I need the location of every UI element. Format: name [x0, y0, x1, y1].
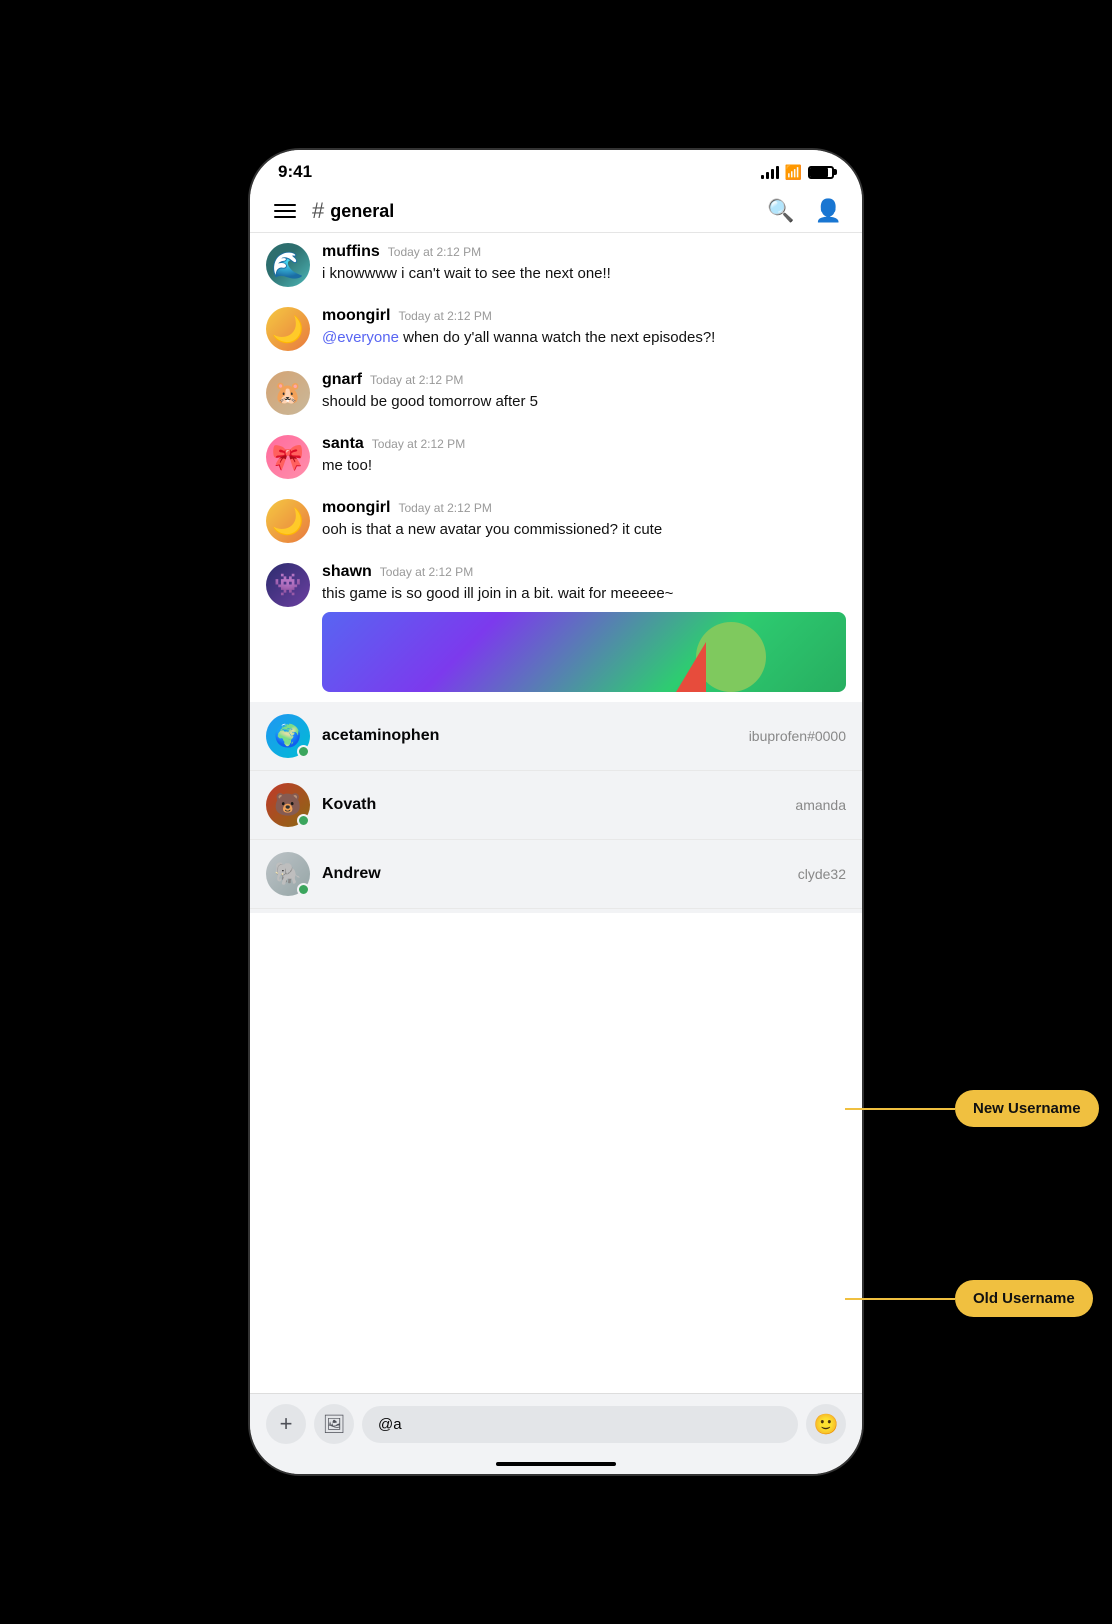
message-content: shawn Today at 2:12 PM this game is so g… — [322, 563, 846, 692]
message-username: moongirl — [322, 499, 390, 517]
message-header: shawn Today at 2:12 PM — [322, 563, 846, 581]
phone-frame: 9:41 📶 # general — [250, 150, 862, 1474]
message-item: 🌙 moongirl Today at 2:12 PM ooh is that … — [250, 489, 862, 553]
home-indicator — [496, 1462, 616, 1466]
emoji-button[interactable]: 🙂 — [806, 1404, 846, 1444]
avatar: 🌙 — [266, 307, 310, 351]
message-timestamp: Today at 2:12 PM — [370, 373, 463, 387]
message-text: me too! — [322, 455, 846, 476]
message-item: 🌙 moongirl Today at 2:12 PM @everyone wh… — [250, 297, 862, 361]
member-item[interactable]: 🐻 Kovath amanda — [250, 771, 862, 840]
member-avatar-wrap: 🐘 — [266, 852, 310, 896]
message-username: moongirl — [322, 307, 390, 325]
member-avatar-wrap: 🌍 — [266, 714, 310, 758]
message-username: santa — [322, 435, 364, 453]
message-text: ooh is that a new avatar you commissione… — [322, 519, 846, 540]
online-indicator — [297, 883, 310, 896]
online-indicator — [297, 745, 310, 758]
member-item[interactable]: 🌍 acetaminophen ibuprofen#0000 — [250, 702, 862, 771]
channel-name: general — [330, 201, 394, 222]
emoji-icon: 🙂 — [814, 1412, 839, 1437]
message-header: gnarf Today at 2:12 PM — [322, 371, 846, 389]
member-item[interactable]: 🐲 a broken spirit uplift#0000 — [250, 909, 862, 913]
avatar: 🌊 — [266, 243, 310, 287]
member-display-name: acetaminophen — [322, 727, 737, 745]
member-display-name: Andrew — [322, 865, 786, 883]
member-username: ibuprofen#0000 — [749, 728, 846, 744]
message-timestamp: Today at 2:12 PM — [398, 501, 491, 515]
member-username: amanda — [795, 797, 846, 813]
avatar: 🎀 — [266, 435, 310, 479]
message-input[interactable] — [378, 1416, 782, 1433]
nav-actions: 🔍 👤 — [767, 198, 842, 224]
old-username-annotation: Old Username — [845, 1280, 1093, 1317]
members-list: 🌍 acetaminophen ibuprofen#0000 🐻 — [250, 702, 862, 913]
message-text: should be good tomorrow after 5 — [322, 391, 846, 412]
member-username: clyde32 — [798, 866, 846, 882]
input-row: + 🖼 🙂 — [266, 1404, 846, 1444]
member-item[interactable]: 🐘 Andrew clyde32 — [250, 840, 862, 909]
image-button[interactable]: 🖼 — [314, 1404, 354, 1444]
old-username-label: Old Username — [955, 1280, 1093, 1317]
profile-icon[interactable]: 👤 — [815, 198, 842, 224]
new-username-label: New Username — [955, 1090, 1099, 1127]
annotation-line — [845, 1298, 955, 1300]
hash-icon: # — [312, 198, 324, 224]
channel-title: # general — [312, 198, 767, 224]
message-item: 🎀 santa Today at 2:12 PM me too! — [250, 425, 862, 489]
status-time: 9:41 — [278, 162, 312, 182]
nav-bar: # general 🔍 👤 — [250, 190, 862, 233]
message-timestamp: Today at 2:12 PM — [372, 437, 465, 451]
message-content: moongirl Today at 2:12 PM @everyone when… — [322, 307, 846, 348]
online-indicator — [297, 814, 310, 827]
annotation-line — [845, 1108, 955, 1110]
message-timestamp: Today at 2:12 PM — [398, 309, 491, 323]
message-text: @everyone when do y'all wanna watch the … — [322, 327, 846, 348]
message-username: muffins — [322, 243, 380, 261]
member-avatar-wrap: 🐻 — [266, 783, 310, 827]
hamburger-menu[interactable] — [270, 200, 300, 222]
member-display-name: Kovath — [322, 796, 783, 814]
message-item: 🌊 muffins Today at 2:12 PM i knowwww i c… — [250, 233, 862, 297]
image-preview — [322, 612, 846, 692]
plus-icon: + — [280, 1411, 293, 1437]
mention-everyone: @everyone — [322, 329, 399, 346]
message-item: 👾 shawn Today at 2:12 PM this game is so… — [250, 553, 862, 702]
message-username: gnarf — [322, 371, 362, 389]
search-icon[interactable]: 🔍 — [767, 198, 794, 224]
avatar: 👾 — [266, 563, 310, 607]
message-content: moongirl Today at 2:12 PM ooh is that a … — [322, 499, 846, 540]
status-bar: 9:41 📶 — [250, 150, 862, 190]
new-username-annotation: New Username — [845, 1090, 1099, 1127]
message-input-wrap[interactable] — [362, 1406, 798, 1443]
avatar: 🐹 — [266, 371, 310, 415]
messages-area: 🌊 muffins Today at 2:12 PM i knowwww i c… — [250, 233, 862, 913]
message-header: moongirl Today at 2:12 PM — [322, 307, 846, 325]
message-content: muffins Today at 2:12 PM i knowwww i can… — [322, 243, 846, 284]
message-username: shawn — [322, 563, 372, 581]
message-content: santa Today at 2:12 PM me too! — [322, 435, 846, 476]
wifi-icon: 📶 — [785, 164, 802, 181]
message-content: gnarf Today at 2:12 PM should be good to… — [322, 371, 846, 412]
image-icon: 🖼 — [323, 1414, 346, 1435]
add-button[interactable]: + — [266, 1404, 306, 1444]
status-icons: 📶 — [761, 164, 834, 181]
message-header: santa Today at 2:12 PM — [322, 435, 846, 453]
message-timestamp: Today at 2:12 PM — [380, 565, 473, 579]
avatar: 🌙 — [266, 499, 310, 543]
message-item: 🐹 gnarf Today at 2:12 PM should be good … — [250, 361, 862, 425]
signal-icon — [761, 165, 779, 179]
message-timestamp: Today at 2:12 PM — [388, 245, 481, 259]
message-text: this game is so good ill join in a bit. … — [322, 583, 846, 604]
message-text: i knowwww i can't wait to see the next o… — [322, 263, 846, 284]
message-header: muffins Today at 2:12 PM — [322, 243, 846, 261]
message-header: moongirl Today at 2:12 PM — [322, 499, 846, 517]
battery-icon — [808, 166, 834, 179]
